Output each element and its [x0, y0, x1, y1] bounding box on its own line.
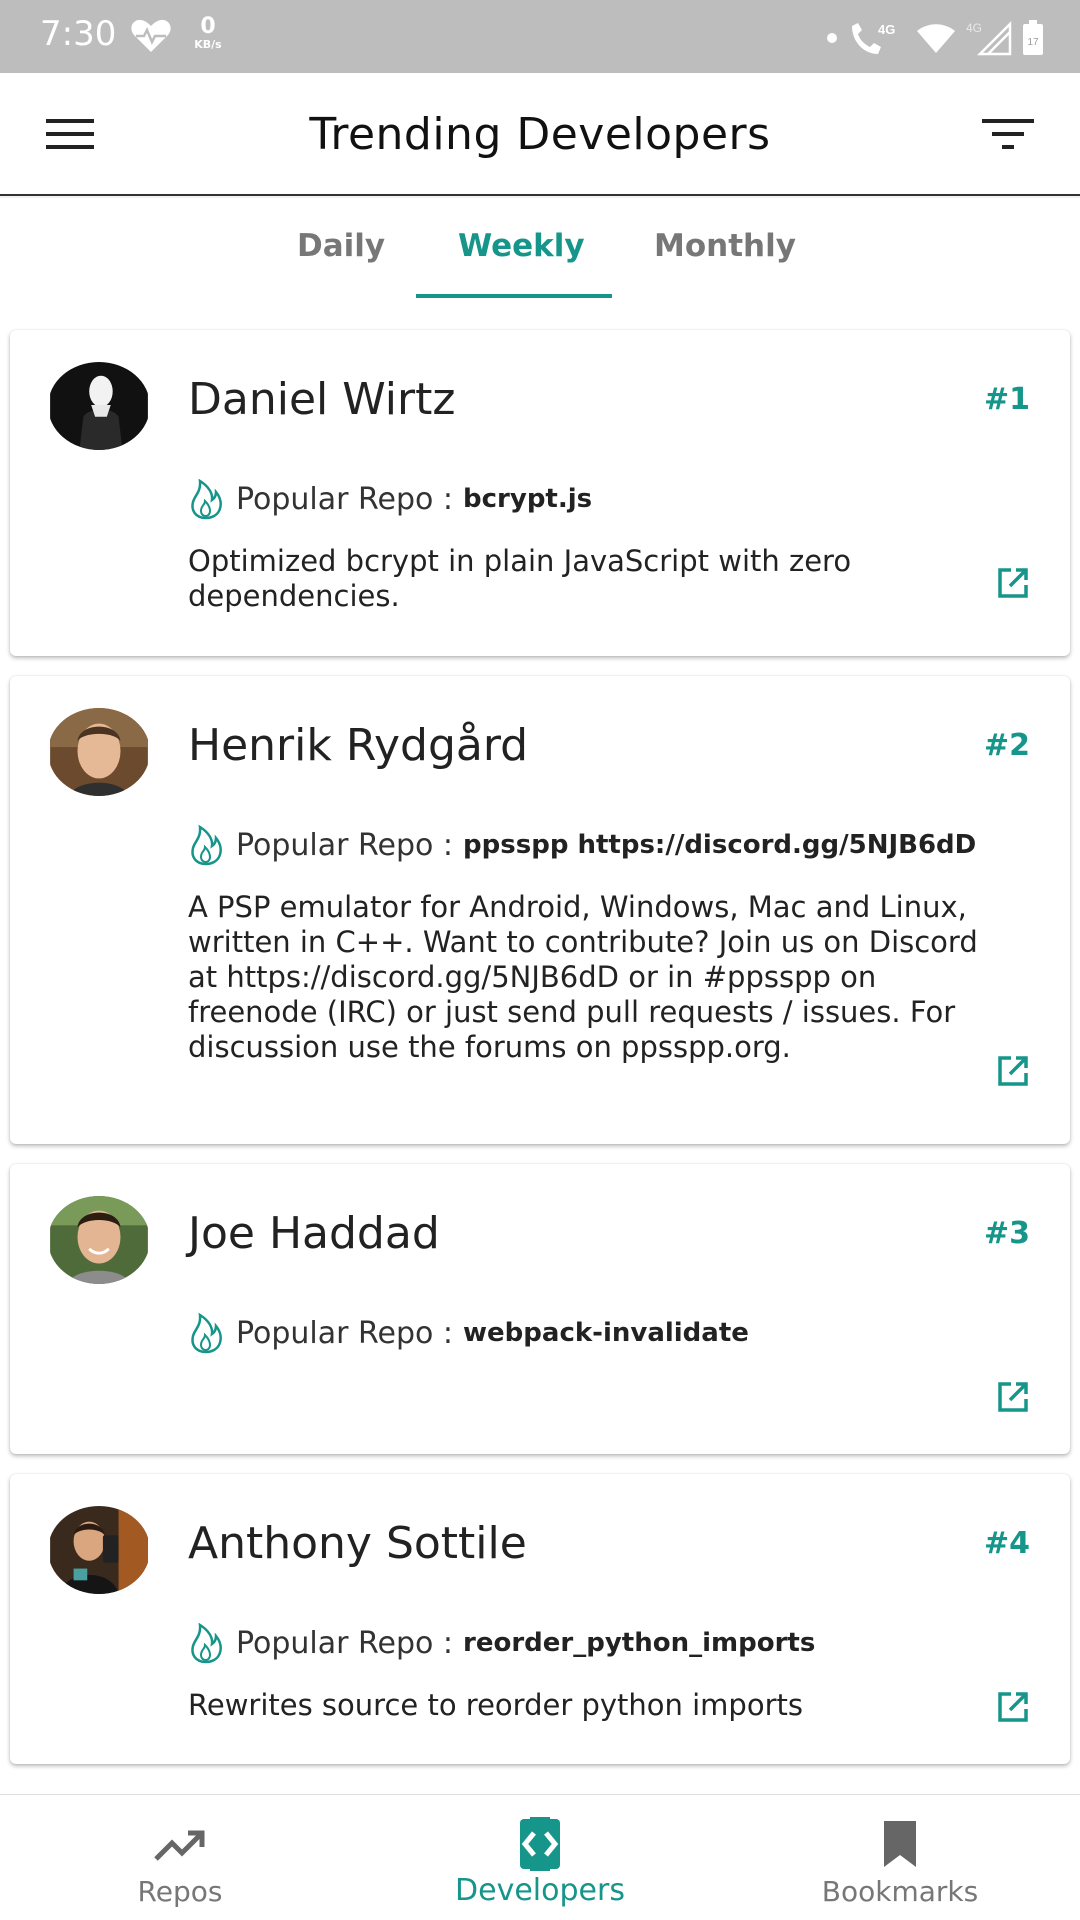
call-network-label: 4G: [878, 22, 895, 37]
status-time: 7:30: [40, 14, 117, 54]
repo-label: Popular Repo :: [236, 1625, 454, 1661]
app-bar: Trending Developers: [0, 73, 1080, 196]
flame-icon: [191, 1622, 222, 1664]
developer-rank: #1: [983, 382, 1030, 417]
time-range-tabs: Daily Weekly Monthly: [0, 198, 1080, 298]
repo-name[interactable]: webpack-invalidate: [463, 1318, 749, 1348]
flame-icon: [191, 824, 222, 866]
open-external-link-icon[interactable]: [996, 1690, 1030, 1724]
tab-daily[interactable]: Daily: [297, 228, 385, 264]
avatar: [48, 362, 150, 450]
open-external-link-icon[interactable]: [996, 1054, 1030, 1088]
repo-name[interactable]: bcrypt.js: [463, 484, 592, 514]
developer-card[interactable]: Joe Haddad #3 Popular Repo : webpack-inv…: [10, 1164, 1070, 1454]
repo-description: A PSP emulator for Android, Windows, Mac…: [188, 890, 978, 1064]
open-external-link-icon[interactable]: [996, 1380, 1030, 1414]
developer-list[interactable]: Daniel Wirtz #1 Popular Repo : bcrypt.js…: [0, 298, 1080, 1794]
tab-monthly[interactable]: Monthly: [654, 228, 796, 264]
developer-rank: #3: [983, 1216, 1030, 1251]
wifi-icon: [917, 24, 955, 53]
open-external-link-icon[interactable]: [996, 566, 1030, 600]
developer-card[interactable]: Daniel Wirtz #1 Popular Repo : bcrypt.js…: [10, 330, 1070, 656]
nav-item-repos[interactable]: Repos: [0, 1795, 360, 1920]
repo-label: Popular Repo :: [236, 1315, 454, 1351]
flame-icon: [191, 478, 222, 520]
filter-icon[interactable]: [982, 117, 1034, 151]
developer-name[interactable]: Joe Haddad: [188, 1208, 440, 1259]
nav-label: Bookmarks: [821, 1875, 979, 1908]
network-speed: 0 KB/s: [188, 16, 228, 52]
developer-card[interactable]: Henrik Rydgård #2 Popular Repo : ppsspp …: [10, 676, 1070, 1144]
cellular-signal-icon: 4G: [966, 20, 1012, 56]
status-icons: 4G 4G 17: [826, 18, 1044, 58]
avatar: [48, 708, 150, 796]
developer-rank: #4: [983, 1526, 1030, 1561]
code-brackets-icon: [520, 1817, 560, 1871]
developer-card[interactable]: Anthony Sottile #4 Popular Repo : reorde…: [10, 1474, 1070, 1764]
popular-repo[interactable]: Popular Repo : reorder_python_imports: [188, 1622, 815, 1664]
battery-level: 17: [1027, 37, 1039, 48]
developer-name[interactable]: Anthony Sottile: [188, 1518, 527, 1569]
repo-label: Popular Repo :: [236, 827, 454, 863]
cellular-network-label: 4G: [966, 21, 982, 35]
developer-name[interactable]: Daniel Wirtz: [188, 374, 455, 425]
popular-repo[interactable]: Popular Repo : ppsspp https://discord.gg…: [188, 824, 976, 866]
page-title: Trending Developers: [309, 109, 771, 160]
repo-name[interactable]: ppsspp https://discord.gg/5NJB6dD: [463, 830, 976, 860]
status-bar: 7:30 0 KB/s 4G 4G 17: [0, 0, 1080, 73]
network-speed-value: 0: [200, 14, 216, 39]
avatar: [48, 1196, 150, 1284]
bottom-navigation: Repos Developers Bookmarks: [0, 1794, 1080, 1920]
tab-weekly[interactable]: Weekly: [458, 228, 585, 264]
trending-up-icon: [154, 1830, 205, 1861]
repo-description: Rewrites source to reorder python import…: [188, 1688, 803, 1722]
avatar: [48, 1506, 150, 1594]
popular-repo[interactable]: Popular Repo : webpack-invalidate: [188, 1312, 749, 1354]
repo-label: Popular Repo :: [236, 481, 454, 517]
developer-name[interactable]: Henrik Rydgård: [188, 720, 528, 771]
nav-label: Repos: [137, 1875, 223, 1908]
bookmark-icon: [884, 1821, 916, 1867]
popular-repo[interactable]: Popular Repo : bcrypt.js: [188, 478, 592, 520]
nav-item-bookmarks[interactable]: Bookmarks: [720, 1795, 1080, 1920]
wifi-calling-icon: 4G: [852, 22, 895, 54]
notification-dot-icon: [827, 33, 837, 43]
repo-name[interactable]: reorder_python_imports: [463, 1628, 815, 1658]
health-heart-icon: [131, 19, 171, 52]
nav-label: Developers: [455, 1873, 625, 1908]
network-speed-unit: KB/s: [194, 38, 222, 51]
developer-rank: #2: [983, 728, 1030, 763]
battery-icon: 17: [1023, 20, 1043, 55]
flame-icon: [191, 1312, 222, 1354]
nav-item-developers[interactable]: Developers: [360, 1795, 720, 1920]
repo-description: Optimized bcrypt in plain JavaScript wit…: [188, 544, 852, 613]
